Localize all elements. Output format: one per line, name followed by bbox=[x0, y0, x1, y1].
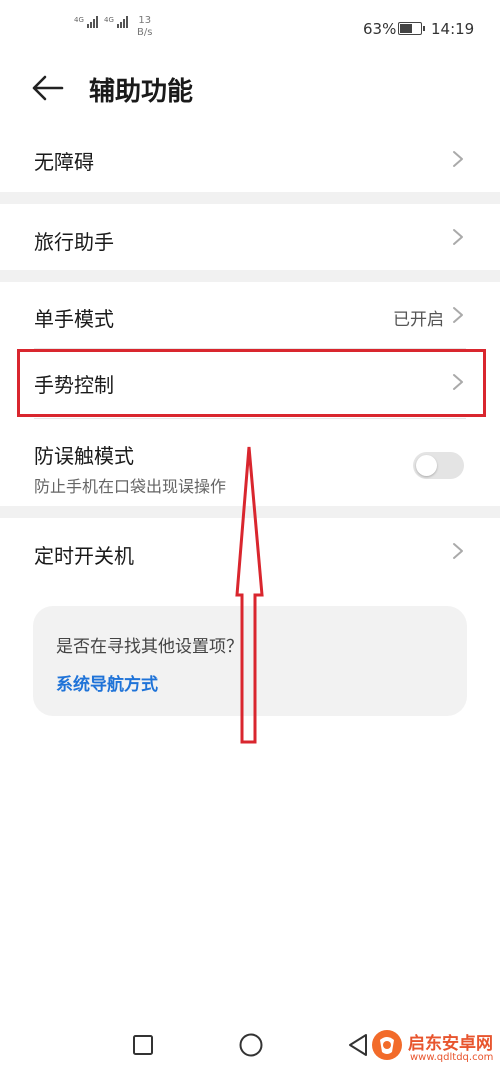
system-navigation-link[interactable]: 系统导航方式 bbox=[56, 670, 158, 695]
row-divider bbox=[34, 418, 466, 419]
network-type-2: 4G bbox=[104, 16, 114, 24]
section-separator bbox=[0, 506, 500, 518]
network-type-1: 4G bbox=[74, 16, 84, 24]
back-button[interactable] bbox=[30, 72, 66, 104]
home-button[interactable] bbox=[236, 1030, 266, 1060]
chevron-right-icon bbox=[453, 307, 463, 323]
signal-strength-icon-2: 4G bbox=[104, 16, 128, 28]
network-speed-unit: B/s bbox=[137, 27, 153, 38]
watermark-title: 启东安卓网 bbox=[408, 1034, 493, 1054]
settings-item-label: 旅行助手 bbox=[34, 230, 114, 254]
section-separator bbox=[0, 192, 500, 204]
clock: 14:19 bbox=[431, 20, 475, 38]
square-icon bbox=[133, 1035, 153, 1055]
settings-item-one-handed-mode[interactable]: 单手模式 已开启 bbox=[0, 282, 500, 348]
battery-icon bbox=[398, 22, 425, 35]
arrow-left-icon bbox=[32, 75, 64, 101]
watermark: 启东安卓网 www.qdltdq.com bbox=[370, 1028, 500, 1070]
highlight-box bbox=[17, 349, 486, 417]
settings-item-label: 定时开关机 bbox=[34, 544, 134, 568]
accidental-touch-toggle[interactable] bbox=[413, 452, 464, 479]
watermark-logo-icon bbox=[372, 1030, 402, 1060]
circle-icon bbox=[239, 1033, 263, 1057]
network-speed-value: 13 bbox=[138, 15, 152, 26]
chevron-right-icon bbox=[453, 151, 463, 167]
settings-item-travel-assistant[interactable]: 旅行助手 bbox=[0, 204, 500, 270]
signal-strength-icon-1: 4G bbox=[74, 16, 98, 28]
title-bar: 辅助功能 bbox=[0, 58, 500, 118]
section-separator bbox=[0, 270, 500, 282]
suggestion-question: 是否在寻找其他设置项？ bbox=[56, 637, 243, 657]
chevron-right-icon bbox=[453, 229, 463, 245]
status-bar: 4G 4G 13 B/s 63% 14:19 bbox=[0, 0, 500, 58]
page-title: 辅助功能 bbox=[89, 77, 194, 107]
battery-percent: 63% bbox=[363, 20, 397, 38]
settings-item-value: 已开启 bbox=[393, 310, 444, 330]
chevron-right-icon bbox=[453, 543, 463, 559]
settings-item-label: 防误触模式 bbox=[34, 444, 134, 468]
settings-item-subtitle: 防止手机在口袋出现误操作 bbox=[34, 477, 227, 496]
settings-item-scheduled-power[interactable]: 定时开关机 bbox=[0, 518, 500, 586]
settings-item-label: 单手模式 bbox=[34, 307, 114, 331]
settings-item-accessibility[interactable]: 无障碍 bbox=[0, 118, 500, 192]
suggestion-card: 是否在寻找其他设置项？ 系统导航方式 bbox=[33, 606, 467, 716]
watermark-url: www.qdltdq.com bbox=[410, 1052, 494, 1063]
settings-item-accidental-touch-mode[interactable]: 防误触模式 防止手机在口袋出现误操作 bbox=[0, 420, 500, 506]
toggle-knob bbox=[416, 455, 437, 476]
settings-item-label: 无障碍 bbox=[34, 150, 94, 174]
network-speed: 13 B/s bbox=[137, 15, 152, 39]
recent-apps-button[interactable] bbox=[128, 1030, 158, 1060]
